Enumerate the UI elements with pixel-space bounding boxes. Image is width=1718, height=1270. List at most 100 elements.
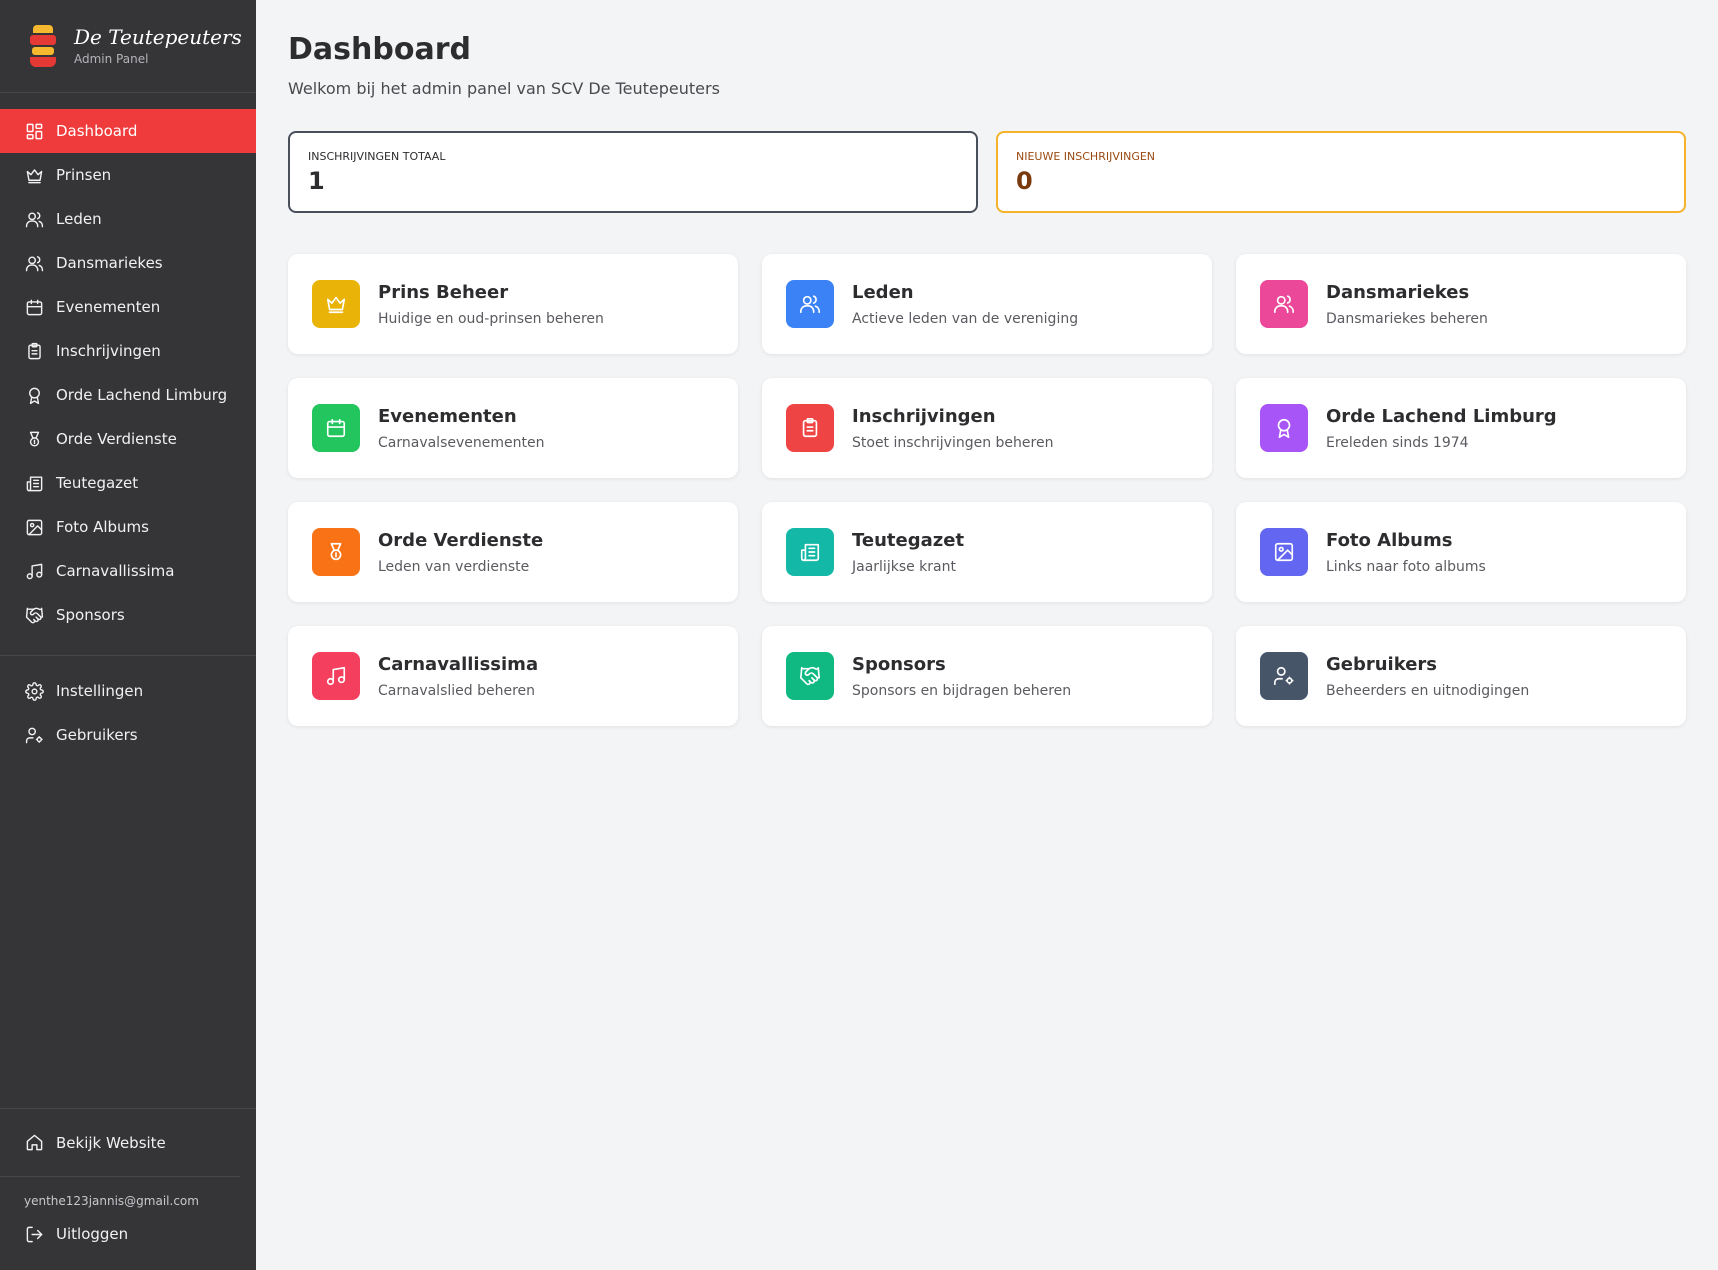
award-icon <box>24 385 44 405</box>
clipboard-icon <box>786 404 834 452</box>
module-card-orde-lachend-limburg[interactable]: Orde Lachend Limburg Ereleden sinds 1974 <box>1236 378 1686 478</box>
users-icon <box>786 280 834 328</box>
sidebar-nav-secondary: Instellingen Gebruikers <box>0 669 256 757</box>
module-card-teutegazet[interactable]: Teutegazet Jaarlijkse krant <box>762 502 1212 602</box>
card-title: Orde Verdienste <box>378 529 544 551</box>
sidebar-item-orde-verdienste[interactable]: Orde Verdienste <box>0 417 256 461</box>
sidebar-item-leden[interactable]: Leden <box>0 197 256 241</box>
module-card-inschrijvingen[interactable]: Inschrijvingen Stoet inschrijvingen beher… <box>762 378 1212 478</box>
sidebar-item-label: Teutegazet <box>56 474 139 492</box>
card-title: Foto Albums <box>1326 529 1453 551</box>
card-description: Links naar foto albums <box>1326 558 1486 575</box>
calendar-icon <box>24 297 44 317</box>
brand[interactable]: De Teutepeuters Admin Panel <box>0 0 256 93</box>
sidebar-item-evenementen[interactable]: Evenementen <box>0 285 256 329</box>
card-title: Orde Lachend Limburg <box>1326 405 1557 427</box>
module-card-carnavallissima[interactable]: Carnavallissima Carnavalslied beheren <box>288 626 738 726</box>
stat-label: NIEUWE INSCHRIJVINGEN <box>1016 150 1156 163</box>
card-title: Leden <box>852 281 914 303</box>
sidebar-item-label: Dansmariekes <box>56 254 163 272</box>
sidebar-item-label: Gebruikers <box>56 726 138 744</box>
medal-icon <box>24 429 44 449</box>
main-content: Dashboard Welkom bij het admin panel van… <box>288 0 1686 726</box>
sidebar-item-label: Sponsors <box>56 606 125 624</box>
sidebar-nav: Dashboard Prinsen Leden Dansmariekes Eveneme… <box>0 109 256 637</box>
page-title: Dashboard <box>288 32 471 67</box>
sidebar-item-sponsors[interactable]: Sponsors <box>0 593 256 637</box>
logo <box>26 22 60 70</box>
view-website-label: Bekijk Website <box>56 1133 166 1152</box>
module-card-leden[interactable]: Leden Actieve leden van de vereniging <box>762 254 1212 354</box>
card-description: Leden van verdienste <box>378 558 530 575</box>
medal-icon <box>312 528 360 576</box>
module-card-orde-verdienste[interactable]: Orde Verdienste Leden van verdienste <box>288 502 738 602</box>
module-card-dansmariekes[interactable]: Dansmariekes Dansmariekes beheren <box>1236 254 1686 354</box>
stats-row: INSCHRIJVINGEN TOTAAL 1 NIEUWE INSCHRIJV… <box>288 131 1686 213</box>
card-title: Gebruikers <box>1326 653 1438 675</box>
card-description: Huidige en oud-prinsen beheren <box>378 310 604 327</box>
module-card-foto-albums[interactable]: Foto Albums Links naar foto albums <box>1236 502 1686 602</box>
crown-icon <box>312 280 360 328</box>
sidebar-item-teutegazet[interactable]: Teutegazet <box>0 461 256 505</box>
calendar-icon <box>312 404 360 452</box>
module-card-gebruikers[interactable]: Gebruikers Beheerders en uitnodigingen <box>1236 626 1686 726</box>
card-title: Evenementen <box>378 405 517 427</box>
sidebar-item-label: Orde Lachend Limburg <box>56 386 228 404</box>
sidebar-item-foto-albums[interactable]: Foto Albums <box>0 505 256 549</box>
card-description: Sponsors en bijdragen beheren <box>852 682 1072 699</box>
module-card-prins-beheer[interactable]: Prins Beheer Huidige en oud-prinsen beher… <box>288 254 738 354</box>
card-description: Actieve leden van de vereniging <box>852 310 1079 327</box>
gear-icon <box>24 681 44 701</box>
card-description: Stoet inschrijvingen beheren <box>852 434 1054 451</box>
card-title: Teutegazet <box>852 529 965 551</box>
stat-value: 0 <box>1016 167 1033 195</box>
brand-subtitle: Admin Panel <box>74 52 149 66</box>
sidebar-item-label: Instellingen <box>56 682 144 700</box>
sidebar-item-prinsen[interactable]: Prinsen <box>0 153 256 197</box>
sidebar-item-label: Orde Verdienste <box>56 430 177 448</box>
sidebar-item-inschrijvingen[interactable]: Inschrijvingen <box>0 329 256 373</box>
module-grid: Prins Beheer Huidige en oud-prinsen beher… <box>288 254 1686 726</box>
newspaper-icon <box>24 473 44 493</box>
stat-label: INSCHRIJVINGEN TOTAAL <box>308 150 446 163</box>
nav-divider <box>0 655 256 656</box>
sidebar-item-dansmariekes[interactable]: Dansmariekes <box>0 241 256 285</box>
page-subtitle: Welkom bij het admin panel van SCV De Te… <box>288 79 720 98</box>
sidebar-item-carnavallissima[interactable]: Carnavallissima <box>0 549 256 593</box>
sidebar-item-label: Dashboard <box>56 122 138 140</box>
stat-value: 1 <box>308 167 325 195</box>
card-description: Ereleden sinds 1974 <box>1326 434 1469 451</box>
sidebar-item-dashboard[interactable]: Dashboard <box>0 109 256 153</box>
sidebar-footer: Bekijk Website yenthe123jannis@gmail.com… <box>0 1108 256 1254</box>
brand-title: De Teutepeuters <box>74 25 242 49</box>
sidebar-item-label: Leden <box>56 210 102 228</box>
card-title: Carnavallissima <box>378 653 539 675</box>
logout-icon <box>24 1224 44 1244</box>
sidebar-item-gebruikers[interactable]: Gebruikers <box>0 713 256 757</box>
logout-button[interactable]: Uitloggen <box>0 1214 256 1254</box>
dashboard-icon <box>24 121 44 141</box>
sidebar-item-label: Inschrijvingen <box>56 342 161 360</box>
sidebar: De Teutepeuters Admin Panel Dashboard Pri… <box>0 0 256 1270</box>
card-title: Prins Beheer <box>378 281 509 303</box>
sidebar-item-label: Evenementen <box>56 298 161 316</box>
sidebar-item-label: Prinsen <box>56 166 112 184</box>
module-card-sponsors[interactable]: Sponsors Sponsors en bijdragen beheren <box>762 626 1212 726</box>
stat-new-registrations: NIEUWE INSCHRIJVINGEN 0 <box>996 131 1686 213</box>
view-website-link[interactable]: Bekijk Website <box>0 1109 240 1177</box>
sidebar-item-instellingen[interactable]: Instellingen <box>0 669 256 713</box>
card-description: Carnavalslied beheren <box>378 682 536 699</box>
user-email: yenthe123jannis@gmail.com <box>24 1194 199 1208</box>
card-description: Dansmariekes beheren <box>1326 310 1488 327</box>
sidebar-item-orde-lachend-limburg[interactable]: Orde Lachend Limburg <box>0 373 256 417</box>
music-icon <box>24 561 44 581</box>
card-title: Inschrijvingen <box>852 405 996 427</box>
card-description: Jaarlijkse krant <box>852 558 956 575</box>
sidebar-item-label: Foto Albums <box>56 518 149 536</box>
user-cog-icon <box>24 725 44 745</box>
card-title: Sponsors <box>852 653 946 675</box>
module-card-evenementen[interactable]: Evenementen Carnavalsevenementen <box>288 378 738 478</box>
crown-icon <box>24 165 44 185</box>
home-icon <box>24 1133 44 1153</box>
stat-total-registrations: INSCHRIJVINGEN TOTAAL 1 <box>288 131 978 213</box>
